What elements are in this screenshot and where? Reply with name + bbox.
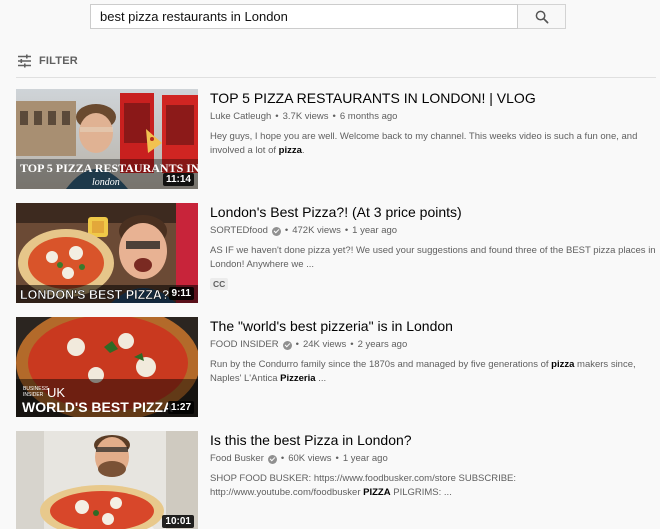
channel-name[interactable]: Food Busker [210, 452, 264, 466]
video-thumbnail[interactable]: TOP 5 PIZZA RESTAURANTS IN london 11:14 [16, 89, 198, 189]
video-duration: 11:14 [162, 173, 194, 186]
description-highlight: pizza [278, 145, 302, 156]
view-count: 24K views [302, 339, 347, 350]
verified-check-icon [282, 340, 292, 350]
description-text: Run by the Condurro family since the 187… [210, 359, 552, 370]
thumbnail-text: WORLD'S BEST PIZZA [22, 399, 173, 415]
filter-sliders-icon [18, 54, 31, 68]
search-bar [90, 4, 566, 29]
thumbnail-text: LONDON'S BEST PIZZA? [20, 288, 170, 302]
search-input[interactable] [90, 4, 518, 29]
view-count: 60K views [288, 453, 332, 464]
description-text: ... [315, 373, 327, 384]
description-text: AS IF we haven't done pizza yet?! We use… [210, 245, 656, 256]
meta-separator: • [275, 111, 279, 122]
thumbnail-text: london [92, 177, 120, 188]
video-meta: Food Busker • 60K views • 1 year ago [210, 452, 656, 466]
upload-age: 2 years ago [357, 339, 408, 350]
verified-check-icon [271, 226, 281, 236]
video-info: The "world's best pizzeria" is in London… [210, 317, 656, 386]
video-result: TOP 5 PIZZA RESTAURANTS IN london 11:14 … [16, 89, 656, 189]
meta-separator: • [295, 339, 299, 350]
verified-check-icon [267, 454, 277, 464]
video-meta: Luke Catleugh • 3.7K views • 6 months ag… [210, 110, 656, 124]
description-text: PILGRIMS: ... [390, 487, 452, 498]
video-description: Run by the Condurro family since the 187… [210, 358, 656, 386]
description-text: SHOP FOOD BUSKER: https://www.foodbusker… [210, 473, 517, 484]
video-title[interactable]: TOP 5 PIZZA RESTAURANTS IN LONDON! | VLO… [210, 89, 656, 107]
divider [16, 77, 656, 78]
video-duration: 1:27 [167, 401, 194, 414]
video-title[interactable]: The "world's best pizzeria" is in London [210, 317, 656, 335]
description-text: . [301, 145, 305, 156]
video-info: London's Best Pizza?! (At 3 price points… [210, 203, 656, 292]
view-count: 3.7K views [282, 111, 329, 122]
meta-separator: • [344, 225, 349, 236]
meta-separator: • [350, 339, 354, 350]
video-description: SHOP FOOD BUSKER: https://www.foodbusker… [210, 472, 656, 500]
video-info: Is this the best Pizza in London? Food B… [210, 431, 656, 500]
meta-separator: • [280, 453, 285, 464]
channel-name[interactable]: SORTEDfood [210, 224, 268, 238]
upload-age: 1 year ago [342, 453, 388, 464]
description-highlight: PIZZA [363, 487, 391, 498]
video-title[interactable]: Is this the best Pizza in London? [210, 431, 656, 449]
video-thumbnail[interactable]: LONDON'S BEST PIZZA? 9:11 [16, 203, 198, 303]
thumbnail-text: INSIDER [23, 392, 44, 398]
meta-separator: • [335, 453, 339, 464]
video-duration: 10:01 [162, 515, 194, 528]
meta-separator: • [332, 111, 336, 122]
upload-age: 1 year ago [352, 225, 398, 236]
description-text: http://www.youtube.com/foodbusker [210, 487, 364, 498]
description-text: London! Anywhere we ... [210, 259, 315, 270]
video-description: Hey guys, I hope you are well. Welcome b… [210, 130, 656, 158]
description-text: involved a lot of [210, 145, 279, 156]
video-result: BUSINESS INSIDER UK WORLD'S BEST PIZZA 1… [16, 317, 656, 417]
video-meta: FOOD INSIDER • 24K views • 2 years ago [210, 338, 656, 352]
filter-label: FILTER [39, 55, 78, 67]
description-highlight: Pizzeria [280, 373, 316, 384]
description-text: Hey guys, I hope you are well. Welcome b… [210, 131, 638, 142]
upload-age: 6 months ago [339, 111, 398, 122]
video-result: LONDON'S BEST PIZZA? 9:11 London's Best … [16, 203, 656, 303]
video-meta: SORTEDfood • 472K views • 1 year ago [210, 224, 656, 238]
video-duration: 9:11 [168, 287, 194, 300]
video-title[interactable]: London's Best Pizza?! (At 3 price points… [210, 203, 656, 221]
description-text: makers since, [574, 359, 636, 370]
video-info: TOP 5 PIZZA RESTAURANTS IN LONDON! | VLO… [210, 89, 656, 158]
video-thumbnail[interactable]: BUSINESS INSIDER UK WORLD'S BEST PIZZA 1… [16, 317, 198, 417]
search-button[interactable] [518, 4, 566, 29]
video-thumbnail[interactable]: 10:01 [16, 431, 198, 529]
channel-name[interactable]: FOOD INSIDER [210, 338, 279, 352]
thumbnail-text: UK [47, 385, 65, 400]
search-icon [535, 10, 548, 23]
video-result: 10:01 Is this the best Pizza in London? … [16, 431, 656, 529]
meta-separator: • [284, 225, 289, 236]
description-highlight: pizza [551, 359, 575, 370]
closed-captions-badge: CC [210, 278, 229, 290]
filter-button[interactable]: FILTER [17, 54, 78, 68]
view-count: 472K views [292, 225, 341, 236]
channel-name[interactable]: Luke Catleugh [210, 110, 271, 124]
description-text: Naples' L'Antica [210, 373, 281, 384]
video-description: AS IF we haven't done pizza yet?! We use… [210, 244, 656, 272]
